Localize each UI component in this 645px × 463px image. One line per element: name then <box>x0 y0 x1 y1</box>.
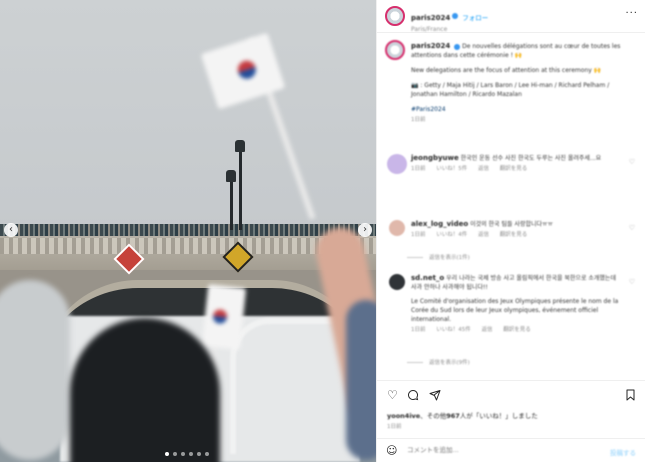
post-sidebar: paris2024 フォロー Paris/France ··· paris2024… <box>376 0 645 462</box>
share-icon[interactable] <box>429 389 441 403</box>
commenter-username[interactable]: alex_log_video <box>411 220 468 228</box>
liker-username[interactable]: yoon4ive <box>387 412 420 420</box>
caption-username[interactable]: paris2024 <box>411 42 450 50</box>
comment-heart-icon[interactable]: ♡ <box>629 224 635 232</box>
comment-text: 이것의 한국 팀들 사랑합니다ㅠㅠ <box>470 221 554 228</box>
comment-heart-icon[interactable]: ♡ <box>629 158 635 166</box>
author-username[interactable]: paris2024 <box>411 14 450 22</box>
commenter-username[interactable]: jeongbyuwe <box>411 154 459 162</box>
carousel-dot[interactable] <box>189 452 193 456</box>
sleeve <box>346 300 376 460</box>
likes-summary[interactable]: yoon4ive、その他967人が「いいね！」しました <box>387 410 538 420</box>
post-comment-button[interactable]: 投稿する <box>610 447 636 457</box>
lamp-post <box>239 150 242 230</box>
comment-text: 한국인 운동 선수 사진 한국도 두루는 사진 올려주세...요 <box>460 155 602 162</box>
action-bar: ♡ <box>377 380 645 411</box>
comment-likes[interactable]: いいね！45件 <box>436 327 471 333</box>
korean-flag <box>201 284 247 350</box>
reply-button[interactable]: 返信 <box>482 327 493 333</box>
commenter-avatar[interactable] <box>389 274 405 290</box>
carousel-dot[interactable] <box>205 452 209 456</box>
carousel-dot[interactable] <box>165 452 169 456</box>
hashtag-link[interactable]: #Paris2024 <box>411 105 633 114</box>
commenter-username[interactable]: sd.net_o <box>411 274 444 282</box>
post-date: 1日前 <box>387 424 402 430</box>
caption-credits: 📷 : Getty / Maja Hitij / Lars Baron / Le… <box>411 82 610 98</box>
translate-link[interactable]: 翻訳を見る <box>500 232 528 238</box>
reply-button[interactable]: 返信 <box>478 166 489 172</box>
lamp-post <box>230 178 233 230</box>
comment-time: 1日前 <box>411 327 426 333</box>
follow-button[interactable]: フォロー <box>462 14 488 22</box>
comment-meta: 1日前 いいね！5件 返信 翻訳を見る <box>411 165 621 174</box>
comment-input[interactable] <box>405 445 599 455</box>
avatar[interactable] <box>385 40 405 60</box>
comment-likes[interactable]: いいね！5件 <box>436 166 467 172</box>
verified-badge-icon <box>452 12 459 19</box>
carousel-dot[interactable] <box>197 452 201 456</box>
likes-others[interactable]: その他 <box>427 412 447 420</box>
translate-link[interactable]: 翻訳を見る <box>500 166 528 172</box>
avatar[interactable] <box>385 6 405 26</box>
comment-text-translated: Le Comité d'organisation des Jeux Olympi… <box>411 298 619 323</box>
view-replies-button[interactable]: 返信を表示(1件) <box>407 253 470 261</box>
bookmark-icon[interactable] <box>625 389 636 403</box>
reply-button[interactable]: 返信 <box>478 232 489 238</box>
location[interactable]: Paris/France <box>411 26 488 33</box>
add-comment-bar: ☺ 投稿する <box>377 438 645 463</box>
comment-heart-icon[interactable]: ♡ <box>629 278 635 286</box>
taegeuk-symbol <box>235 58 259 82</box>
caption-text-en: New delegations are the focus of attenti… <box>411 67 602 74</box>
caption-time: 1日前 <box>411 117 426 123</box>
chevron-left-icon[interactable]: ‹ <box>4 223 18 237</box>
instagram-post-modal: ‹ › paris2024 フォロー Paris/France ··· paris… <box>0 0 645 462</box>
commenter-avatar[interactable] <box>387 154 407 174</box>
comment-time: 1日前 <box>411 232 426 238</box>
lamp-head <box>226 170 236 182</box>
likes-suffix: 人が「いいね！」しました <box>459 412 538 420</box>
comment-meta: 1日前 いいね！4件 返信 翻訳を見る <box>411 231 621 240</box>
view-replies-button[interactable]: 返信を表示(9件) <box>407 358 470 366</box>
heart-icon[interactable]: ♡ <box>387 389 398 401</box>
verified-badge-icon <box>454 43 461 50</box>
spectator-head <box>70 318 220 462</box>
lamp-head <box>235 140 245 152</box>
post-photo[interactable]: ‹ › <box>0 0 376 462</box>
carousel-dot[interactable] <box>181 452 185 456</box>
comment-likes[interactable]: いいね！4件 <box>436 232 467 238</box>
likes-count: 967 <box>446 412 460 420</box>
comment-time: 1日前 <box>411 166 426 172</box>
commenter-avatar[interactable] <box>389 220 405 236</box>
translate-link[interactable]: 翻訳を見る <box>503 327 531 333</box>
spectator-left <box>0 280 70 460</box>
comment-meta: 1日前 いいね！45件 返信 翻訳を見る <box>411 326 621 335</box>
chevron-right-icon[interactable]: › <box>358 223 372 237</box>
more-icon[interactable]: ··· <box>625 8 638 19</box>
comment-icon[interactable] <box>407 389 419 403</box>
taegeuk-symbol <box>212 308 228 325</box>
post-header: paris2024 フォロー Paris/France ··· <box>377 0 645 33</box>
carousel-indicator <box>165 452 209 456</box>
carousel-dot[interactable] <box>173 452 177 456</box>
smile-icon[interactable]: ☺ <box>386 444 397 457</box>
